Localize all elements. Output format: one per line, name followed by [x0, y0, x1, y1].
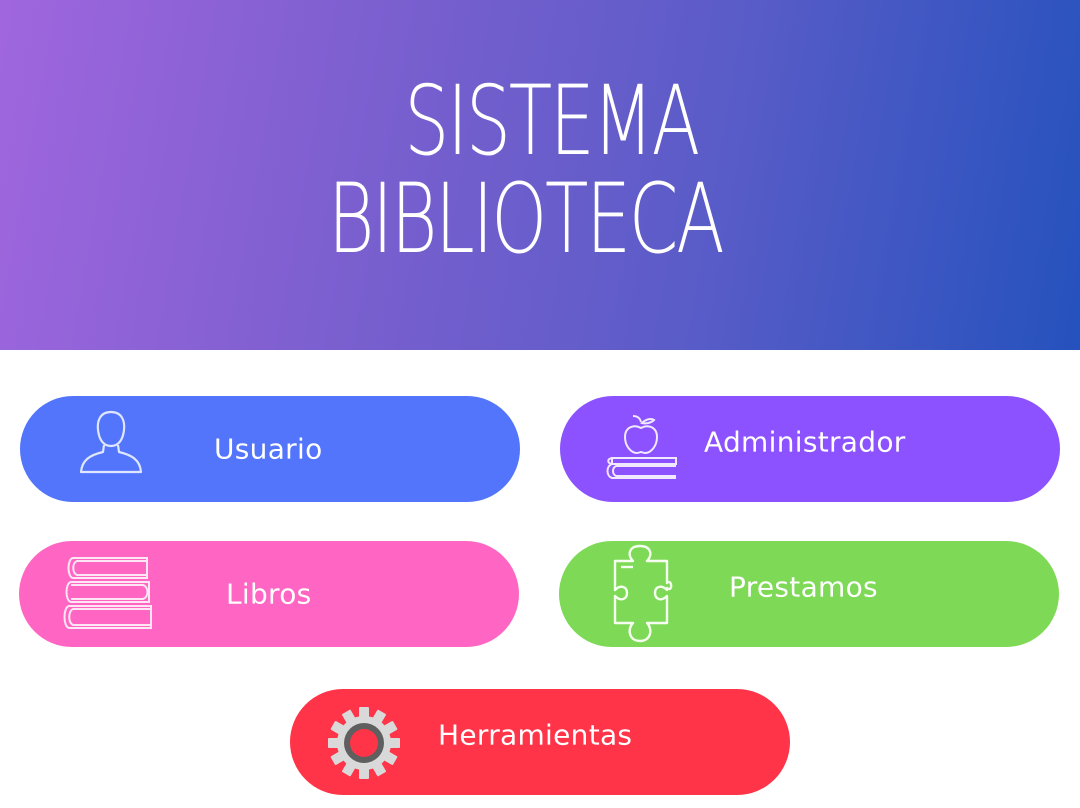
- page-title: SISTEMA BIBLIOTECA: [140, 72, 939, 268]
- herramientas-button[interactable]: Herramientas: [290, 689, 790, 795]
- herramientas-label: Herramientas: [438, 718, 633, 752]
- user-icon: [76, 408, 146, 480]
- prestamos-label: Prestamos: [729, 570, 878, 604]
- gear-icon: [326, 705, 402, 785]
- libros-label: Libros: [226, 577, 312, 611]
- usuario-label: Usuario: [214, 432, 323, 466]
- book-stack-icon: [63, 555, 155, 637]
- prestamos-button[interactable]: Prestamos: [559, 541, 1059, 647]
- title-line-2: BIBLIOTECA: [327, 163, 725, 275]
- apple-on-book-icon: [604, 414, 680, 486]
- puzzle-piece-icon: [609, 543, 675, 649]
- administrador-button[interactable]: Administrador: [560, 396, 1060, 502]
- header-banner: SISTEMA BIBLIOTECA: [0, 0, 1080, 350]
- usuario-button[interactable]: Usuario: [20, 396, 520, 502]
- administrador-label: Administrador: [704, 425, 906, 459]
- title-line-1: SISTEMA: [404, 65, 700, 177]
- libros-button[interactable]: Libros: [19, 541, 519, 647]
